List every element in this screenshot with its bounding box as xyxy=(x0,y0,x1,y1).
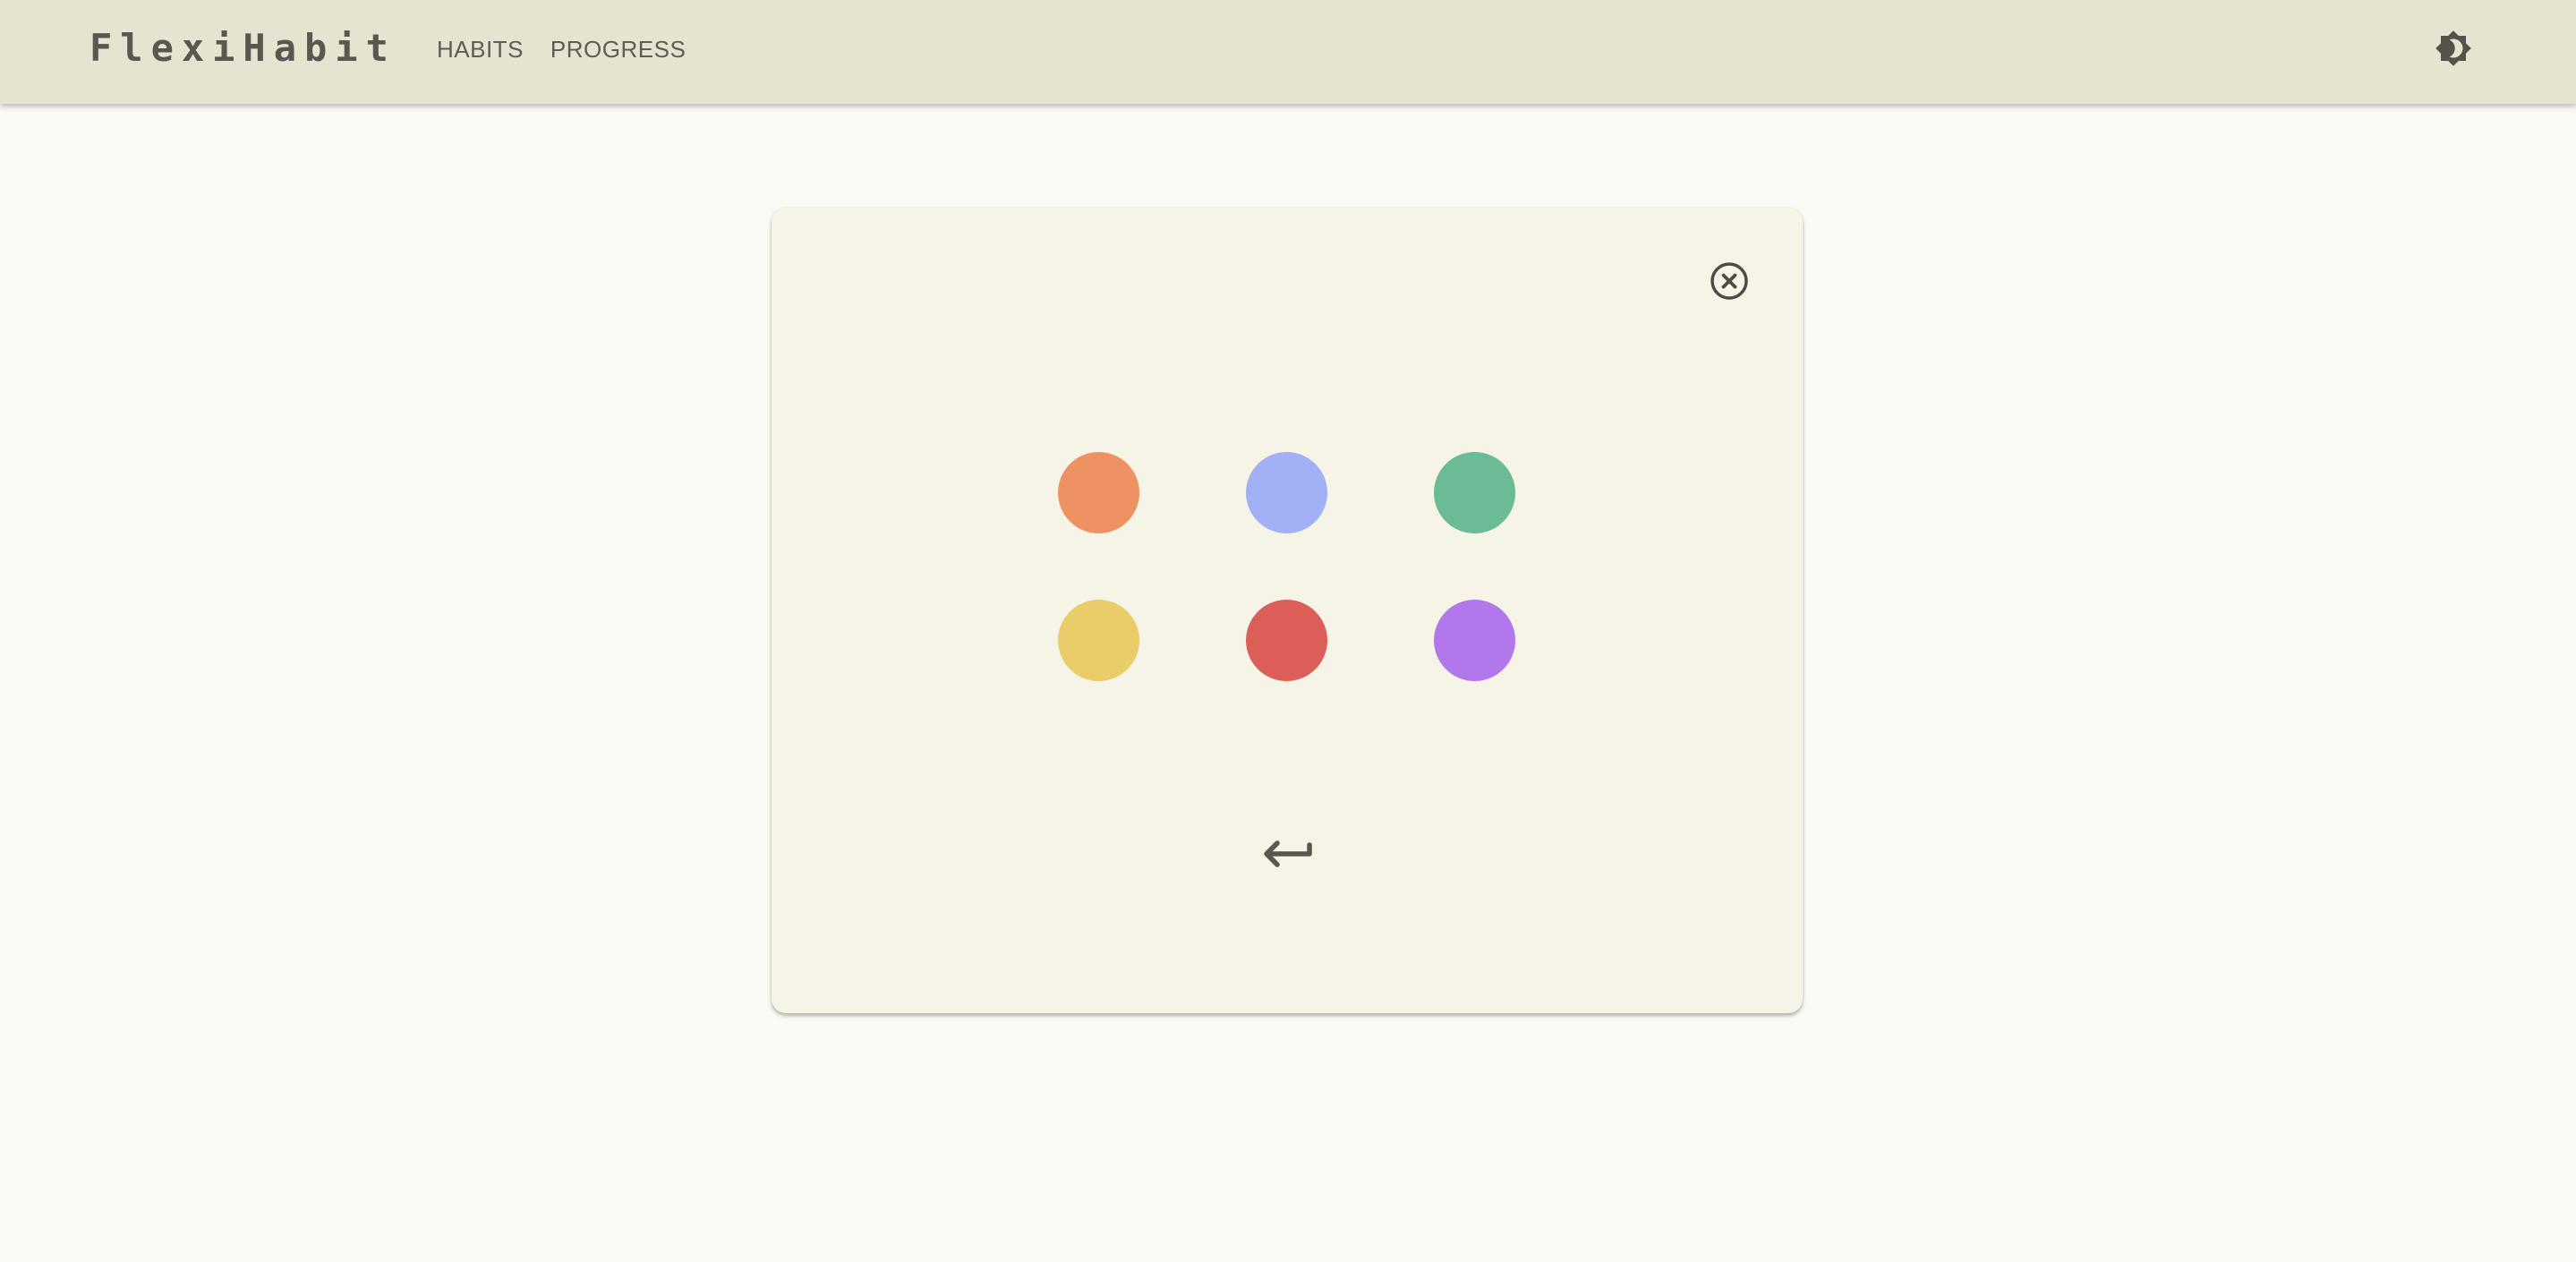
app-logo[interactable]: FlexiHabit xyxy=(90,23,397,73)
theme-toggle-button[interactable] xyxy=(2435,30,2472,67)
main-nav: HABITS PROGRESS xyxy=(437,34,686,64)
color-picker-dialog xyxy=(772,208,1803,1013)
color-swatch-orange[interactable] xyxy=(1058,452,1139,533)
nav-link-habits[interactable]: HABITS xyxy=(437,34,524,64)
color-swatch-green[interactable] xyxy=(1434,452,1515,533)
color-swatch-grid xyxy=(1058,452,1516,681)
color-swatch-red[interactable] xyxy=(1246,600,1327,681)
back-button[interactable] xyxy=(1258,830,1315,874)
color-swatch-yellow[interactable] xyxy=(1058,600,1139,681)
return-arrow-icon xyxy=(1264,840,1312,867)
color-swatch-blue[interactable] xyxy=(1246,452,1327,533)
brightness-icon xyxy=(2435,30,2471,66)
close-circle-icon xyxy=(1710,262,1748,300)
nav-link-progress[interactable]: PROGRESS xyxy=(550,34,686,64)
top-app-bar: FlexiHabit HABITS PROGRESS xyxy=(0,0,2576,104)
color-swatch-purple[interactable] xyxy=(1434,600,1515,681)
close-button[interactable] xyxy=(1709,260,1750,302)
